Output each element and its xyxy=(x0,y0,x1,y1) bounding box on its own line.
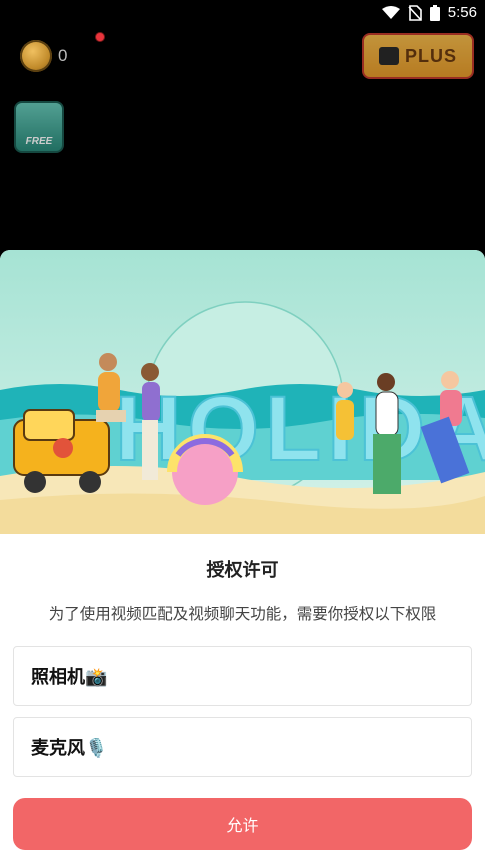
allow-button[interactable]: 允许 xyxy=(13,798,472,850)
free-label: FREE xyxy=(25,136,53,147)
permission-microphone-label: 麦克风🎙️ xyxy=(31,738,108,759)
battery-icon xyxy=(429,4,440,21)
plus-button[interactable]: PLUS xyxy=(362,33,474,79)
permission-microphone: 麦克风🎙️ xyxy=(13,717,472,777)
permission-dialog: HOLIDAY 授权许可 为了使用视频匹配及视频聊天功能，需要你授权以下权限 照… xyxy=(0,250,485,863)
clock: 5:56 xyxy=(447,4,477,21)
coin-balance: 0 xyxy=(20,40,67,72)
dialog-description: 为了使用视频匹配及视频聊天功能，需要你授权以下权限 xyxy=(48,605,437,623)
coin-icon xyxy=(20,40,52,72)
plus-label: PLUS xyxy=(404,45,457,66)
status-bar: 5:56 xyxy=(0,0,485,28)
coin-count: 0 xyxy=(58,46,68,65)
wifi-icon xyxy=(381,5,400,19)
dialog-title: 授权许可 xyxy=(206,560,279,581)
holiday-banner-illustration: HOLIDAY xyxy=(0,250,485,534)
video-camera-icon xyxy=(378,47,399,65)
notification-dot xyxy=(95,32,105,42)
permission-camera-label: 照相机📸 xyxy=(31,667,108,688)
free-reward-button[interactable]: FREE xyxy=(14,101,64,153)
no-sim-icon xyxy=(408,4,422,21)
beach-ball-illustration xyxy=(167,434,243,505)
permission-camera: 照相机📸 xyxy=(13,646,472,706)
